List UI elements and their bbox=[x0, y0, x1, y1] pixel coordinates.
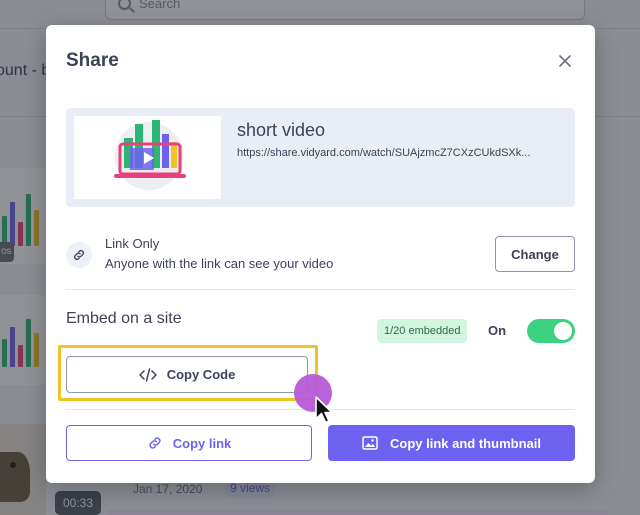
toggle-knob bbox=[554, 322, 572, 340]
copy-code-button[interactable]: Copy Code bbox=[66, 356, 308, 393]
embed-toggle-label: On bbox=[488, 323, 507, 338]
copy-link-label: Copy link bbox=[172, 435, 232, 451]
code-icon bbox=[138, 367, 157, 382]
privacy-setting-description: Anyone with the link can see your video bbox=[105, 256, 334, 271]
video-share-url[interactable]: https://share.vidyard.com/watch/SUAjzmcZ… bbox=[237, 147, 567, 159]
link-icon bbox=[149, 437, 161, 449]
copy-link-button[interactable]: Copy link bbox=[66, 425, 312, 461]
link-icon bbox=[66, 242, 92, 268]
video-title: short video bbox=[237, 120, 326, 140]
modal-title: Share bbox=[66, 50, 119, 71]
link-icon-svg bbox=[74, 250, 84, 260]
share-modal: Share short video https://share.vidyard.… bbox=[46, 25, 595, 483]
embed-count-badge: 1/20 embedded bbox=[377, 319, 468, 343]
video-thumbnail bbox=[74, 116, 221, 199]
close-icon bbox=[559, 55, 571, 67]
copy-link-and-thumbnail-button[interactable]: Copy link and thumbnail bbox=[328, 425, 575, 461]
close-button[interactable] bbox=[554, 50, 576, 72]
image-icon bbox=[362, 436, 378, 450]
embed-section-title: Embed on a site bbox=[66, 310, 182, 327]
change-privacy-button[interactable]: Change bbox=[495, 236, 575, 272]
copy-code-label: Copy Code bbox=[166, 367, 236, 382]
section-divider bbox=[66, 289, 575, 290]
video-thumbnail-illustration bbox=[114, 120, 186, 190]
copy-link-and-thumbnail-label: Copy link and thumbnail bbox=[390, 435, 541, 451]
mouse-cursor-icon bbox=[315, 396, 333, 424]
embed-toggle[interactable] bbox=[527, 319, 575, 343]
video-card: short video https://share.vidyard.com/wa… bbox=[66, 108, 575, 207]
privacy-setting-title: Link Only bbox=[105, 236, 160, 251]
